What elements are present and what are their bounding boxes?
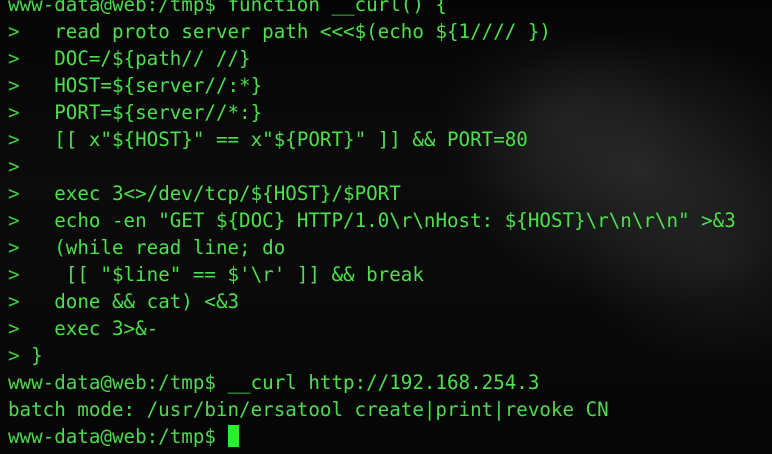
prompt-line-command: www-data@web:/tmp$ __curl http://192.168…	[8, 369, 772, 396]
continuation-prompt: >	[8, 47, 20, 70]
shell-prompt: www-data@web:/tmp$	[8, 371, 216, 394]
code-text: echo -en "GET ${DOC} HTTP/1.0\r\nHost: $…	[31, 209, 736, 232]
code-line: > [[ "$line" == $'\r' ]] && break	[8, 261, 772, 288]
code-line: > HOST=${server//:*}	[8, 72, 772, 99]
continuation-prompt: >	[8, 74, 20, 97]
continuation-prompt: >	[8, 317, 20, 340]
continuation-prompt: >	[8, 101, 20, 124]
output-line: batch mode: /usr/bin/ersatool create|pri…	[8, 396, 772, 423]
prompt-line-current[interactable]: www-data@web:/tmp$	[8, 423, 772, 450]
code-text: [[ "$line" == $'\r' ]] && break	[31, 263, 424, 286]
code-line: > read proto server path <<<$(echo ${1//…	[8, 18, 772, 45]
terminal-window[interactable]: www-data@web:/tmp$ function __curl() { >…	[0, 0, 772, 454]
code-line: > exec 3<>/dev/tcp/${HOST}/$PORT	[8, 180, 772, 207]
code-line: > (while read line; do	[8, 234, 772, 261]
continuation-prompt: >	[8, 155, 20, 178]
code-text: }	[31, 344, 43, 367]
continuation-prompt: >	[8, 290, 20, 313]
code-text: done && cat) <&3	[31, 290, 240, 313]
terminal-screen: www-data@web:/tmp$ function __curl() { >…	[8, 0, 772, 450]
code-line: > PORT=${server//*:}	[8, 99, 772, 126]
code-line: > done && cat) <&3	[8, 288, 772, 315]
code-text: HOST=${server//:*}	[31, 74, 263, 97]
continuation-prompt: >	[8, 182, 20, 205]
code-text: exec 3<>/dev/tcp/${HOST}/$PORT	[31, 182, 401, 205]
continuation-prompt: >	[8, 344, 20, 367]
command-output: batch mode: /usr/bin/ersatool create|pri…	[8, 398, 609, 421]
code-line: > DOC=/${path// //}	[8, 45, 772, 72]
code-text: (while read line; do	[31, 236, 286, 259]
prompt-line-function: www-data@web:/tmp$ function __curl() {	[8, 0, 772, 18]
continuation-prompt: >	[8, 209, 20, 232]
code-line: > [[ x"${HOST}" == x"${PORT}" ]] && PORT…	[8, 126, 772, 153]
shell-prompt: www-data@web:/tmp$	[8, 425, 216, 448]
command-text: __curl http://192.168.254.3	[227, 371, 540, 394]
terminal-cursor[interactable]	[227, 425, 239, 447]
code-text: PORT=${server//*:}	[31, 101, 263, 124]
continuation-prompt: >	[8, 128, 20, 151]
code-text: [[ x"${HOST}" == x"${PORT}" ]] && PORT=8…	[31, 128, 528, 151]
continuation-prompt: >	[8, 263, 20, 286]
code-line: >	[8, 153, 772, 180]
continuation-prompt: >	[8, 20, 20, 43]
code-line: > echo -en "GET ${DOC} HTTP/1.0\r\nHost:…	[8, 207, 772, 234]
code-text: exec 3>&-	[31, 317, 159, 340]
continuation-prompt: >	[8, 236, 20, 259]
code-text: DOC=/${path// //}	[31, 47, 251, 70]
code-line: > exec 3>&-	[8, 315, 772, 342]
code-text: read proto server path <<<$(echo ${1////…	[31, 20, 551, 43]
shell-prompt: www-data@web:/tmp$	[8, 0, 216, 16]
function-header: function __curl() {	[227, 0, 448, 16]
code-line: > }	[8, 342, 772, 369]
